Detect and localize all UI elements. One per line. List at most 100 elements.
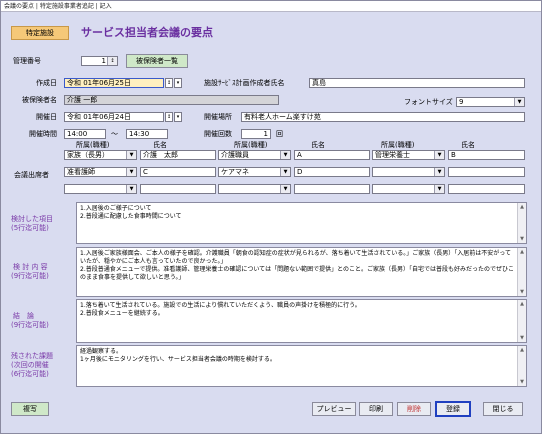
attendee-col-name-header-1: 氏名 — [153, 141, 167, 149]
kentou-textarea[interactable]: 1.入居後のご様子について 2.普段通に配慮した食事時間について ▲ ▼ — [76, 202, 527, 244]
chevron-down-icon[interactable]: ▼ — [280, 168, 290, 176]
font-size-select[interactable]: 9 ▼ — [456, 97, 525, 107]
jikan-end-input[interactable]: 14:30 — [126, 129, 168, 139]
kanri-number-input[interactable]: 1 ↕ — [81, 56, 118, 66]
attendee-org-value: 管理栄養士 — [375, 151, 410, 159]
page-title: サービス担当者会議の要点 — [81, 26, 213, 39]
chevron-down-icon[interactable]: ▼ — [280, 151, 290, 159]
sakusei-calendar-dropdown[interactable]: ▾ — [174, 78, 182, 88]
attendee-name-input[interactable]: D — [294, 167, 370, 177]
scroll-down-icon[interactable]: ▼ — [518, 334, 526, 342]
kaisu-label: 開催回数 — [204, 130, 232, 138]
ketsuron-textarea[interactable]: 1.落ち着いて生活されている。施設での生活により慣れていただくよう、職員の声掛け… — [76, 299, 527, 343]
attendee-col-org-header-1: 所属(職種) — [76, 141, 110, 149]
ketsuron-label-1: 結 論 — [13, 312, 34, 320]
window-title: 会議の要点 | 特定施設事業者追記 | 記入 — [1, 1, 541, 12]
kaisai-spin-icon[interactable]: ↕ — [165, 112, 173, 122]
kanri-spin-icon[interactable]: ↕ — [107, 57, 117, 65]
ketsuron-scrollbar[interactable]: ▲ ▼ — [517, 300, 526, 342]
chevron-down-icon[interactable]: ▼ — [126, 168, 136, 176]
attendee-name-input[interactable]: B — [448, 150, 525, 160]
chevron-down-icon[interactable]: ▼ — [126, 185, 136, 193]
scroll-up-icon[interactable]: ▲ — [518, 203, 526, 211]
print-button[interactable]: 印刷 — [359, 402, 393, 416]
chevron-down-icon[interactable]: ▼ — [434, 151, 444, 159]
kadai-text: 経過観察する。 1ヶ月後にモニタリングを行い、サービス担当者会議の時期を検討する… — [80, 348, 276, 363]
register-button[interactable]: 登録 — [435, 401, 471, 417]
kadai-label-1: 残された課題 — [11, 352, 53, 360]
attendee-org-select[interactable]: ▼ — [64, 184, 137, 194]
kanri-label: 管理番号 — [13, 57, 41, 65]
kadai-textarea[interactable]: 経過観察する。 1ヶ月後にモニタリングを行い、サービス担当者会議の時期を検討する… — [76, 345, 527, 387]
attendee-org-select[interactable]: 准看護師 ▼ — [64, 167, 137, 177]
attendee-org-select[interactable]: 介護職員 ▼ — [218, 150, 291, 160]
scroll-down-icon[interactable]: ▼ — [518, 288, 526, 296]
kentou-scrollbar[interactable]: ▲ ▼ — [517, 203, 526, 243]
chevron-down-icon[interactable]: ▼ — [434, 168, 444, 176]
attendee-col-org-header-3: 所属(職種) — [381, 141, 415, 149]
scroll-down-icon[interactable]: ▼ — [518, 235, 526, 243]
kaisai-label: 開催日 — [36, 113, 57, 121]
chevron-down-icon[interactable]: ▼ — [434, 185, 444, 193]
scroll-down-icon[interactable]: ▼ — [518, 378, 526, 386]
kentou-label-2: (5行迄可能) — [11, 224, 49, 232]
attendee-org-value: 介護職員 — [221, 151, 249, 159]
scroll-up-icon[interactable]: ▲ — [518, 300, 526, 308]
attendee-org-select[interactable]: 管理栄養士 ▼ — [372, 150, 445, 160]
jikan-tilde: ～ — [111, 130, 118, 138]
facility-tag: 特定施設 — [11, 26, 69, 40]
attendee-org-select[interactable]: ▼ — [372, 167, 445, 177]
attendee-name-input[interactable]: 介護 太郎 — [140, 150, 216, 160]
attendee-name-value: C — [143, 168, 148, 176]
kadai-label-2: (次回の開催 — [11, 361, 49, 369]
attendee-name-input[interactable]: A — [294, 150, 370, 160]
attendee-org-value: 准看護師 — [67, 168, 95, 176]
close-button[interactable]: 閉じる — [483, 402, 523, 416]
kanri-number-value: 1 — [101, 57, 106, 65]
naiyou-textarea[interactable]: 1.入居後ご家族様面会、ご本人の様子を確認。介護職員「朝食の認知症の症状が見られ… — [76, 247, 527, 297]
copy-button[interactable]: 複写 — [11, 402, 49, 416]
jikan-start-input[interactable]: 14:00 — [64, 129, 106, 139]
scroll-up-icon[interactable]: ▲ — [518, 346, 526, 354]
attendee-name-input[interactable] — [448, 167, 525, 177]
sakusei-spin-icon[interactable]: ↕ — [165, 78, 173, 88]
kaisu-unit: 回 — [276, 130, 283, 138]
attendee-name-input[interactable] — [294, 184, 370, 194]
sakusei-date-field[interactable]: 令和 01年06月25日 — [64, 78, 164, 88]
basho-label: 開催場所 — [204, 113, 232, 121]
naiyou-label-2: (9行迄可能) — [11, 272, 49, 280]
scroll-up-icon[interactable]: ▲ — [518, 248, 526, 256]
delete-button[interactable]: 削除 — [397, 402, 431, 416]
attendee-org-select[interactable]: ▼ — [372, 184, 445, 194]
naiyou-scrollbar[interactable]: ▲ ▼ — [517, 248, 526, 296]
jikan-start-value: 14:00 — [67, 130, 88, 138]
chevron-down-icon[interactable]: ▼ — [280, 185, 290, 193]
attendee-org-value: 家族（長男） — [67, 151, 109, 159]
attendee-name-input[interactable] — [140, 184, 216, 194]
kaisu-input[interactable]: 1 — [241, 129, 271, 139]
preview-button[interactable]: プレビュー — [312, 402, 356, 416]
attendee-name-input[interactable] — [448, 184, 525, 194]
attendee-org-select[interactable]: ▼ — [218, 184, 291, 194]
attendee-name-input[interactable]: C — [140, 167, 216, 177]
attendee-name-value: D — [297, 168, 303, 176]
basho-input[interactable]: 有料老人ホーム楽すけ苑 — [241, 112, 525, 122]
sakuseisha-value: 真島 — [312, 79, 326, 87]
font-size-value: 9 — [459, 98, 464, 106]
sakuseisha-input[interactable]: 真島 — [309, 78, 525, 88]
kaisai-date-value: 令和 01年06月24日 — [67, 113, 131, 121]
chevron-down-icon[interactable]: ▼ — [126, 151, 136, 159]
hihokensha-list-button[interactable]: 被保険者一覧 — [126, 54, 188, 68]
kaisai-date-field[interactable]: 令和 01年06月24日 — [64, 112, 164, 122]
attendee-col-name-header-3: 氏名 — [461, 141, 475, 149]
font-size-dropdown-icon[interactable]: ▼ — [514, 98, 524, 106]
ketsuron-label-2: (9行迄可能) — [11, 321, 49, 329]
jikan-label: 開催時間 — [29, 130, 57, 138]
naiyou-label-1: 検 討 内 容 — [13, 263, 48, 271]
sakusei-date-value: 令和 01年06月25日 — [67, 79, 131, 87]
attendee-org-select[interactable]: ケアマネ ▼ — [218, 167, 291, 177]
kaisai-calendar-dropdown[interactable]: ▾ — [174, 112, 182, 122]
kadai-scrollbar[interactable]: ▲ ▼ — [517, 346, 526, 386]
attendee-org-select[interactable]: 家族（長男） ▼ — [64, 150, 137, 160]
kentou-text: 1.入居後のご様子について 2.普段通に配慮した食事時間について — [80, 205, 182, 220]
